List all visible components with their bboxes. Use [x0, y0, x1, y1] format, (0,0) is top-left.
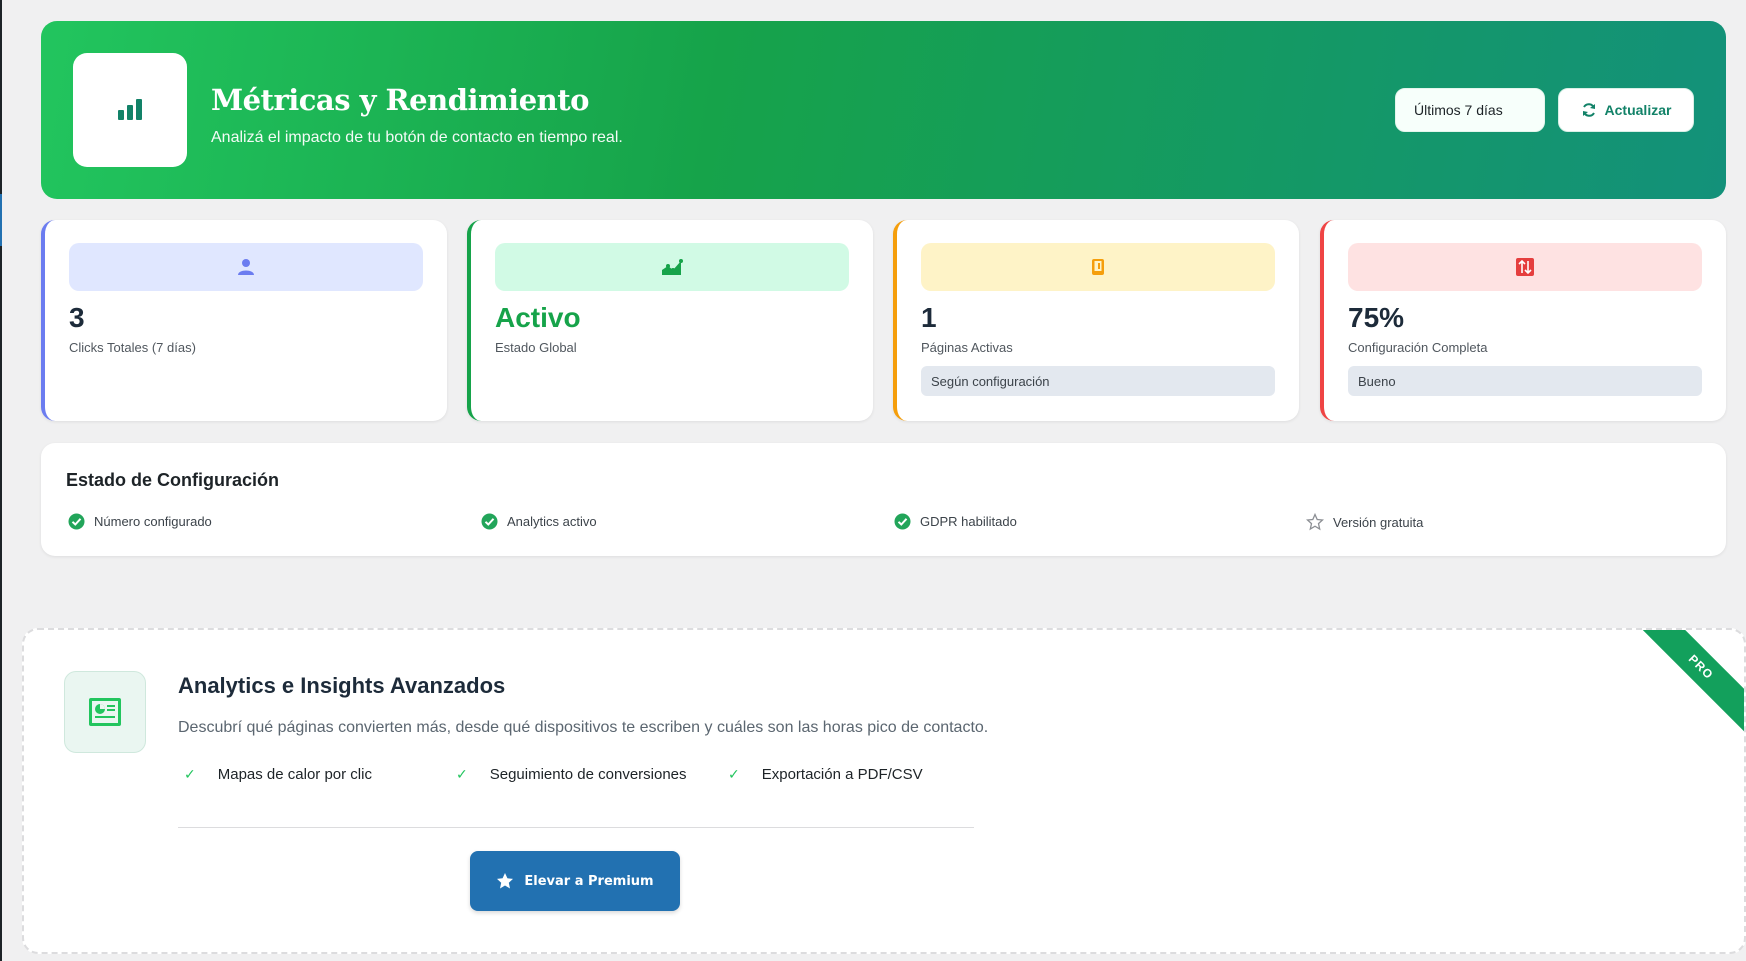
upgrade-premium-button[interactable]: Elevar a Premium	[470, 851, 680, 911]
config-title: Estado de Configuración	[66, 470, 280, 490]
stat-value: 3	[69, 302, 85, 333]
stat-tag: Según configuración	[921, 366, 1275, 396]
user-icon	[238, 259, 254, 275]
refresh-label: Actualizar	[1604, 102, 1672, 118]
check-circle-icon	[481, 513, 498, 530]
stat-card-config: 75% Configuración Completa Bueno	[1320, 220, 1726, 421]
refresh-button[interactable]: Actualizar	[1558, 88, 1694, 132]
check-circle-icon	[894, 513, 911, 530]
config-item-label: Número configurado	[94, 514, 212, 529]
config-item-label: Versión gratuita	[1333, 514, 1424, 530]
upsell-title: Analytics e Insights Avanzados	[178, 673, 506, 698]
metrics-header: Métricas y Rendimiento Analizá el impact…	[41, 21, 1726, 199]
admin-edge	[0, 0, 2, 961]
stat-label: Clicks Totales (7 días)	[69, 340, 196, 355]
report-icon	[64, 671, 146, 753]
stat-label: Configuración Completa	[1348, 340, 1488, 355]
stat-icon-band	[921, 243, 1275, 291]
divider	[178, 827, 974, 828]
stat-icon-band	[1348, 243, 1702, 291]
stat-card-status: Activo Estado Global	[467, 220, 873, 421]
stat-card-pages: 1 Páginas Activas Según configuración	[893, 220, 1299, 421]
mobile-icon	[1092, 259, 1104, 275]
feature-item: ✓ Mapas de calor por clic	[184, 766, 372, 783]
stat-value: Activo	[495, 302, 581, 333]
refresh-icon	[1582, 103, 1595, 117]
bar-chart-icon	[73, 53, 187, 167]
page-title: Métricas y Rendimiento	[211, 83, 589, 117]
stat-card-clicks: 3 Clicks Totales (7 días)	[41, 220, 447, 421]
feature-label: Mapas de calor por clic	[217, 766, 372, 783]
check-icon: ✓	[728, 766, 740, 782]
stat-icon-band	[69, 243, 423, 291]
premium-upsell: Analytics e Insights Avanzados Descubrí …	[22, 628, 1746, 954]
upsell-description: Descubrí qué páginas convierten más, des…	[178, 719, 989, 736]
trend-up-icon	[662, 259, 683, 275]
check-circle-icon	[68, 513, 85, 530]
upgrade-premium-label: Elevar a Premium	[524, 873, 654, 889]
stat-value: 75%	[1348, 302, 1405, 333]
stat-value: 1	[921, 302, 937, 333]
config-item: GDPR habilitado	[894, 513, 1017, 530]
feature-item: ✓ Exportación a PDF/CSV	[728, 766, 923, 783]
feature-label: Exportación a PDF/CSV	[761, 766, 923, 783]
config-item: Número configurado	[68, 513, 212, 530]
config-status-panel: Estado de Configuración Número configura…	[41, 443, 1726, 556]
admin-edge-accent	[0, 194, 2, 246]
check-icon: ✓	[456, 766, 468, 782]
config-item-label: GDPR habilitado	[920, 514, 1017, 529]
config-item: Versión gratuita	[1306, 513, 1423, 531]
feature-item: ✓ Seguimiento de conversiones	[456, 766, 687, 783]
stat-label: Páginas Activas	[921, 340, 1013, 355]
period-select[interactable]: Últimos 7 días	[1395, 88, 1545, 132]
stat-tag: Bueno	[1348, 366, 1702, 396]
pro-ribbon: PRO	[1630, 630, 1744, 738]
page-subtitle: Analizá el impacto de tu botón de contac…	[211, 129, 623, 146]
stat-icon-band	[495, 243, 849, 291]
period-select-value: Últimos 7 días	[1414, 102, 1503, 118]
sort-icon	[1516, 258, 1534, 276]
config-item: Analytics activo	[481, 513, 597, 530]
star-outline-icon	[1306, 513, 1324, 531]
stat-label: Estado Global	[495, 340, 577, 355]
config-item-label: Analytics activo	[507, 514, 597, 529]
pro-ribbon-label: PRO	[1685, 651, 1717, 683]
check-icon: ✓	[184, 766, 196, 782]
feature-label: Seguimiento de conversiones	[489, 766, 687, 783]
star-icon	[497, 873, 514, 889]
